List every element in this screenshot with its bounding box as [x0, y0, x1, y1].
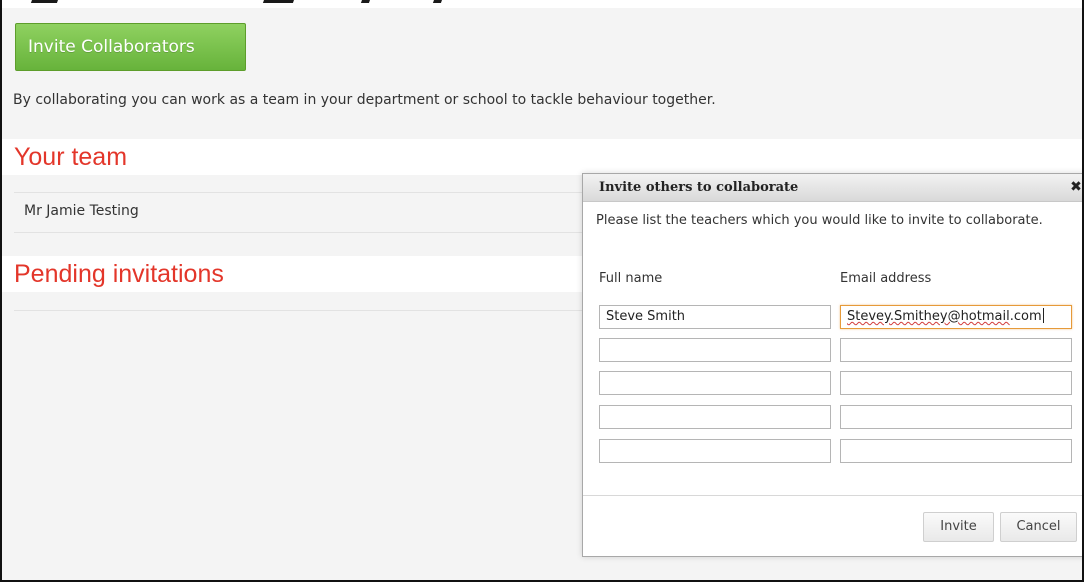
full-name-input-4[interactable]: [599, 405, 831, 429]
dialog-footer-divider: [583, 495, 1082, 496]
email-input-1[interactable]: Stevey.Smithey@hotmail.com: [840, 305, 1072, 329]
email-input-4[interactable]: [840, 405, 1072, 429]
email-tld-text: .com: [1009, 309, 1042, 324]
close-icon[interactable]: ✖: [1067, 178, 1082, 196]
text-caret: [1042, 308, 1044, 323]
full-name-input-1[interactable]: Steve Smith: [599, 305, 831, 329]
app-frame: Invite Collaborators By collaborating yo…: [0, 0, 1084, 582]
dialog-description: Please list the teachers which you would…: [596, 213, 1043, 228]
cancel-button[interactable]: Cancel: [1000, 512, 1077, 542]
intro-text: By collaborating you can work as a team …: [13, 92, 716, 108]
your-team-heading: Your team: [2, 139, 1082, 175]
dialog-titlebar[interactable]: Invite others to collaborate ✖: [583, 174, 1082, 202]
email-input-3[interactable]: [840, 371, 1072, 395]
top-strip: [2, 0, 1082, 8]
email-address-label: Email address: [840, 271, 932, 286]
invite-collaborators-button[interactable]: Invite Collaborators: [15, 23, 246, 71]
team-member-row: Mr Jamie Testing: [24, 203, 139, 219]
full-name-input-5[interactable]: [599, 439, 831, 463]
invite-dialog: Invite others to collaborate ✖ Please li…: [582, 173, 1082, 557]
email-input-2[interactable]: [840, 338, 1072, 362]
dialog-title: Invite others to collaborate: [599, 180, 799, 195]
full-name-input-3[interactable]: [599, 371, 831, 395]
email-input-5[interactable]: [840, 439, 1072, 463]
email-user-text: Stevey.Smithey@hotmail: [847, 309, 1010, 324]
full-name-input-2[interactable]: [599, 338, 831, 362]
invite-button[interactable]: Invite: [923, 512, 994, 542]
full-name-label: Full name: [599, 271, 663, 286]
